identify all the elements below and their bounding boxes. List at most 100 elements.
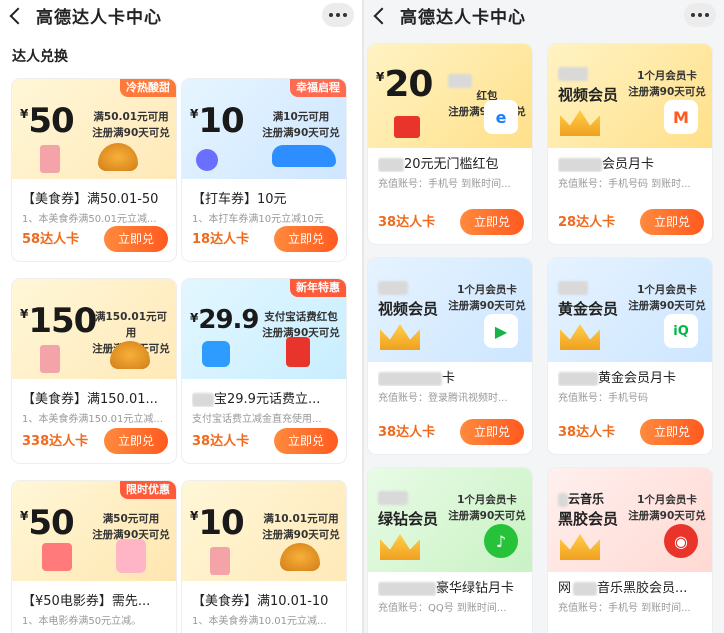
coupon-conditions: 满10元可用 注册满90天可兑 — [262, 111, 340, 139]
app-logo-icon: ♪ — [484, 524, 518, 558]
drink-icon — [40, 345, 60, 373]
redeem-button[interactable]: 立即兑 — [640, 209, 704, 235]
coupon-banner: 幸福启程 ¥10 满10元可用 注册满90天可兑 — [182, 79, 346, 179]
drink-icon — [210, 547, 230, 575]
coupon-banner: 冷热酸甜 ¥50 满50.01元可用 注册满90天可兑 — [12, 79, 176, 179]
coupon-amount: ¥29.9 — [190, 305, 260, 335]
vip-desc: 充值账号：QQ号 到账时间... — [378, 603, 507, 614]
redeem-button[interactable]: 立即兑 — [640, 419, 704, 445]
coupon-amount: ¥10 — [190, 101, 245, 141]
vip-type: 绿钻会员 — [378, 510, 439, 528]
redeem-button[interactable]: 立即兑 — [460, 209, 524, 235]
coupon-name: 【打车券】10元 — [192, 192, 287, 207]
vip-card[interactable]: 视频会员 1个月会员卡 注册满90天可兑 ▶ 卡 充值账号：登录腾讯视频时... … — [368, 258, 532, 454]
coupon-desc: 支付宝话费立减金直充使用... — [192, 414, 322, 425]
top-bar: 高德达人卡中心 — [364, 0, 724, 32]
vip-banner: 视频会员 1个月会员卡 注册满90天可兑 M — [548, 44, 712, 148]
vip-banner: 云音乐 黑胶会员 1个月会员卡 注册满90天可兑 ◉ — [548, 468, 712, 572]
vip-type: 视频会员 — [378, 300, 439, 318]
vip-card[interactable]: 视频会员 1个月会员卡 注册满90天可兑 M 会员月卡 充值账号：手机号码 到账时… — [548, 44, 712, 244]
vip-card[interactable]: 黄金会员 1个月会员卡 注册满90天可兑 iQ 黄金会员月卡 充值账号：手机号码 … — [548, 258, 712, 454]
redeem-button[interactable]: 立即兑 — [104, 226, 168, 252]
coupon-card[interactable]: 幸福启程 ¥10 满10元可用 注册满90天可兑 【打车券】10元 1、本打车券满… — [182, 79, 346, 261]
coupon-desc: 1、本美食券满150.01元立减... — [22, 414, 163, 425]
redeem-button[interactable]: 立即兑 — [460, 419, 524, 445]
coupon-card[interactable]: 冷热酸甜 ¥50 满50.01元可用 注册满90天可兑 【美食券】满50.01-5… — [12, 79, 176, 261]
vip-brand — [558, 66, 588, 81]
car-icon — [272, 145, 336, 167]
page-title: 高德达人卡中心 — [36, 8, 162, 28]
coupon-banner: 新年特惠 ¥29.9 支付宝话费红包 注册满90天可兑 — [182, 279, 346, 379]
coupon-card[interactable]: 新年特惠 ¥29.9 支付宝话费红包 注册满90天可兑 宝29.9元话费立... … — [182, 279, 346, 463]
page-title: 高德达人卡中心 — [400, 8, 526, 28]
coupon-card[interactable]: 限时优惠 ¥50 满50元可用 注册满90天可兑 【¥50电影券】需先... 1、… — [12, 481, 176, 633]
coupon-name: 【¥50电影券】需先... — [22, 594, 151, 609]
coupon-card[interactable]: ¥150 满150.01元可用注册满90天可兑 【美食券】满150.01... … — [12, 279, 176, 463]
vip-conditions: 1个月会员卡 注册满90天可兑 — [448, 284, 526, 312]
coupon-amount: ¥150 — [20, 301, 97, 341]
app-logo-icon: M — [664, 100, 698, 134]
coupon-desc: 1、本电影券满50元立减。 — [22, 616, 142, 627]
coupon-card[interactable]: ¥10 满10.01元可用 注册满90天可兑 【美食券】满10.01-10 1、本… — [182, 481, 346, 633]
vip-card[interactable]: 云音乐 黑胶会员 1个月会员卡 注册满90天可兑 ◉ 网音乐黑胶会员... 充值账… — [548, 468, 712, 633]
redeem-button[interactable]: 立即兑 — [274, 226, 338, 252]
screen-root: 高德达人卡中心 达人兑换 冷热酸甜 ¥50 满50.01元可用 注册满90天可兑 … — [0, 0, 724, 633]
coupon-amount: ¥20 — [376, 64, 433, 105]
red-envelope-icon — [394, 116, 420, 138]
vip-card[interactable]: 绿钻会员 1个月会员卡 注册满90天可兑 ♪ 豪华绿钻月卡 充值账号：QQ号 到账… — [368, 468, 532, 633]
left-screen: 高德达人卡中心 达人兑换 冷热酸甜 ¥50 满50.01元可用 注册满90天可兑 … — [0, 0, 362, 633]
vip-brand — [378, 490, 408, 505]
red-envelope-icon — [286, 337, 310, 367]
coupon-desc: 1、本美食券满10.01元立减... — [192, 616, 327, 627]
promo-tag: 冷热酸甜 — [120, 79, 176, 97]
vip-desc: 充值账号：手机号码 到账时... — [558, 179, 691, 190]
coupon-price: 58达人卡 — [22, 232, 80, 247]
vip-banner: 黄金会员 1个月会员卡 注册满90天可兑 iQ — [548, 258, 712, 362]
drink-icon — [40, 145, 60, 173]
app-logo-icon: ▶ — [484, 314, 518, 348]
vip-conditions: 1个月会员卡 注册满90天可兑 — [448, 494, 526, 522]
section-title: 达人兑换 — [12, 49, 68, 65]
vip-type: 视频会员 — [558, 86, 619, 104]
phone-icon — [202, 341, 230, 367]
redeem-button[interactable]: 立即兑 — [104, 428, 168, 454]
vip-price: 38达人卡 — [558, 425, 616, 440]
app-logo-icon: ◉ — [664, 524, 698, 558]
vip-name: 会员月卡 — [558, 153, 706, 172]
crown-icon — [560, 324, 600, 350]
vip-brand: 云音乐 — [558, 490, 604, 507]
vip-price: 28达人卡 — [558, 215, 616, 230]
popcorn-icon — [116, 539, 146, 573]
coupon-price: 18达人卡 — [192, 232, 250, 247]
coupon-banner: ¥10 满10.01元可用 注册满90天可兑 — [182, 481, 346, 581]
vip-card[interactable]: ¥20 红包注册满90天可兑 e 20元无门槛红包 充值账号：手机号 到账时间.… — [368, 44, 532, 244]
redeem-button[interactable]: 立即兑 — [274, 428, 338, 454]
burger-icon — [280, 543, 320, 571]
vip-banner: 绿钻会员 1个月会员卡 注册满90天可兑 ♪ — [368, 468, 532, 572]
back-arrow-icon[interactable] — [6, 5, 26, 27]
vip-desc: 充值账号：手机号 到账时间... — [378, 179, 511, 190]
vip-name: 网音乐黑胶会员... — [558, 581, 688, 596]
coupon-price: 338达人卡 — [22, 434, 89, 449]
steering-wheel-icon — [196, 149, 218, 171]
promo-tag: 幸福启程 — [290, 79, 346, 97]
more-options-icon[interactable] — [322, 3, 354, 27]
vip-conditions: 1个月会员卡 注册满90天可兑 — [628, 284, 706, 312]
more-options-icon[interactable] — [684, 3, 716, 27]
coupon-conditions: 满10.01元可用 注册满90天可兑 — [262, 513, 340, 541]
vip-desc: 充值账号：手机号码 — [558, 393, 648, 404]
vip-name: 豪华绿钻月卡 — [378, 577, 526, 596]
coupon-conditions: 满50.01元可用 注册满90天可兑 — [92, 111, 170, 139]
coupon-name: 【美食券】满10.01-10 — [192, 594, 329, 609]
promo-tag: 新年特惠 — [290, 279, 346, 297]
back-arrow-icon[interactable] — [370, 5, 390, 27]
vip-conditions: 1个月会员卡 注册满90天可兑 — [628, 70, 706, 98]
right-screen: 高德达人卡中心 ¥20 红包注册满90天可兑 e 20元无门槛红包 充值账号：手… — [362, 0, 724, 633]
vip-desc: 充值账号：登录腾讯视频时... — [378, 393, 508, 404]
coupon-banner: ¥150 满150.01元可用注册满90天可兑 — [12, 279, 176, 379]
crown-icon — [560, 534, 600, 560]
coupon-amount: ¥10 — [190, 503, 245, 543]
coupon-price: 38达人卡 — [192, 434, 250, 449]
vip-type: 黑胶会员 — [558, 510, 619, 528]
crown-icon — [560, 110, 600, 136]
